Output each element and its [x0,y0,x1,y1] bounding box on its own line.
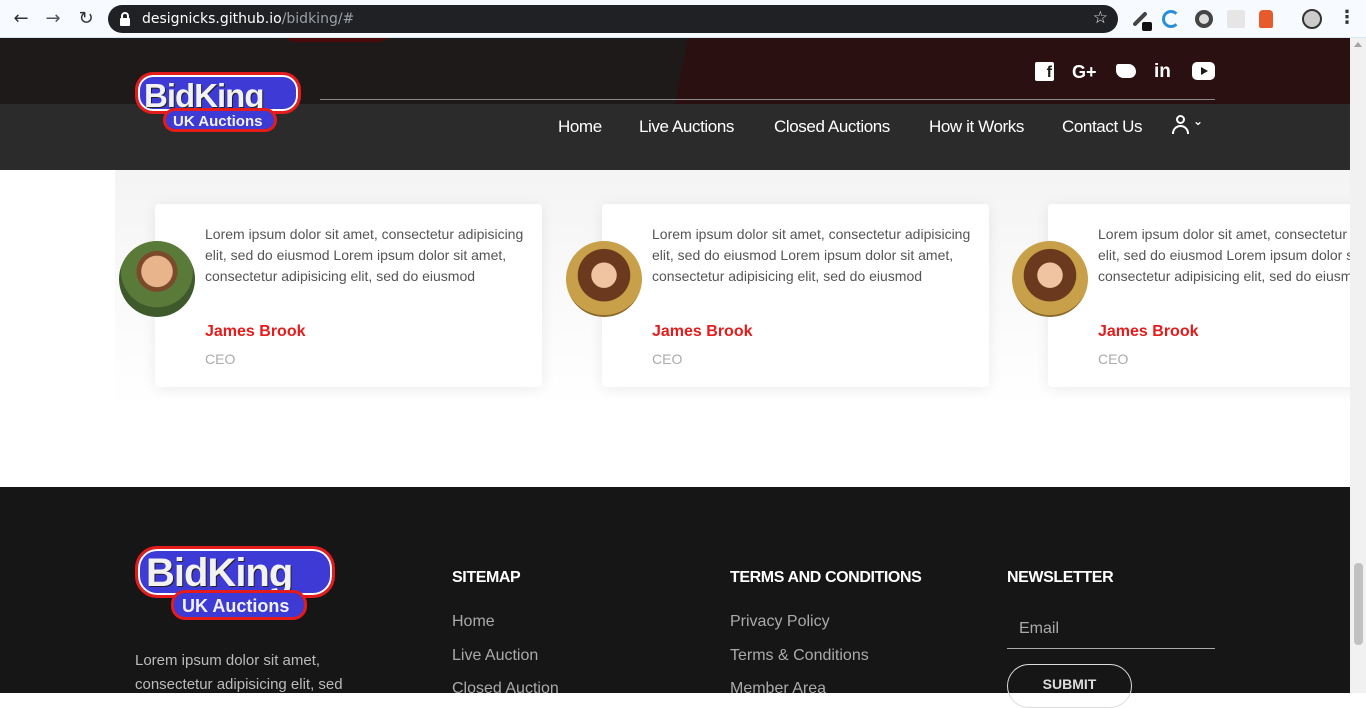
testimonial-card: Lorem ipsum dolor sit amet, consectetur … [155,204,542,387]
forward-icon[interactable]: → [42,8,64,30]
nav-contact-us[interactable]: Contact Us [1062,117,1142,137]
user-icon [1176,115,1185,124]
google-plus-icon[interactable]: G+ [1072,62,1097,82]
testimonial-card: Lorem ipsum dolor sit amet, consectetur … [1048,204,1350,387]
youtube-icon[interactable] [1192,62,1215,80]
testimonial-role: CEO [652,351,683,367]
testimonial-avatar [119,241,195,317]
scroll-up-arrow-icon[interactable] [1354,42,1362,47]
testimonial-role: CEO [205,351,236,367]
logo-sub-text: UK Auctions [182,596,290,616]
bookmark-star-icon[interactable]: ☆ [1093,8,1108,28]
submit-button[interactable]: SUBMIT [1007,664,1132,708]
site-footer: BidKing UK Auctions Lorem ipsum dolor si… [0,487,1350,708]
footer-link-privacy-policy[interactable]: Privacy Policy [730,613,830,631]
testimonial-quote: Lorem ipsum dolor sit amet, consectetur … [652,226,971,284]
testimonial-avatar [566,241,642,317]
email-input[interactable] [1007,611,1215,647]
testimonials-section: Lorem ipsum dolor sit amet, consectetur … [0,170,1350,487]
header-logo[interactable]: BidKing UK Auctions [135,72,301,136]
testimonial-card: Lorem ipsum dolor sit amet, consectetur … [602,204,989,387]
testimonial-name: James Brook [205,323,306,340]
nav-home[interactable]: Home [558,117,602,137]
address-bar[interactable]: designicks.github.io/bidking/# ☆ [108,5,1118,33]
twitter-icon[interactable] [1116,62,1138,80]
logo-sub-text: UK Auctions [173,113,263,130]
url-path: /bidking/# [281,11,355,27]
user-account-menu[interactable]: ⌄ [1172,114,1208,137]
footer-link-member-area[interactable]: Member Area [730,680,826,698]
newsletter-heading: NEWSLETTER [1007,569,1114,586]
chrome-menu-icon[interactable]: ⋮ [1338,7,1356,28]
browser-toolbar: ← → ↻ designicks.github.io/bidking/# ☆ ⋮ [0,0,1366,38]
linkedin-icon[interactable]: in [1154,62,1171,82]
footer-link-terms[interactable]: Terms & Conditions [730,647,869,665]
footer-about-text: Lorem ipsum dolor sit amet, consectetur … [135,652,343,693]
extension-badge [1142,22,1152,31]
site-header: f G+ in BidKing UK Auctions Home Live Au… [0,38,1350,170]
url-domain: designicks.github.io [142,11,282,27]
testimonial-name: James Brook [1098,323,1199,340]
terms-heading: TERMS AND CONDITIONS [730,569,922,586]
testimonial-quote: Lorem ipsum dolor sit amet, consectetur … [205,226,524,284]
footer-logo[interactable]: BidKing UK Auctions [135,546,335,624]
facebook-icon[interactable]: f [1035,62,1054,81]
header-divider [320,99,1215,100]
back-icon[interactable]: ← [10,8,32,30]
testimonial-quote: Lorem ipsum dolor sit amet, consectetur … [1098,226,1350,284]
page-scrollbar[interactable] [1350,38,1366,693]
testimonial-name: James Brook [652,323,753,340]
sync-extension-icon[interactable] [1162,10,1180,28]
footer-link-closed-auction[interactable]: Closed Auction [452,680,559,698]
tag-extension-icon[interactable] [1259,10,1273,28]
reload-icon[interactable]: ↻ [75,8,97,30]
lock-icon [120,12,130,26]
footer-link-home[interactable]: Home [452,613,495,631]
nav-how-it-works[interactable]: How it Works [929,117,1024,137]
testimonial-avatar [1012,241,1088,317]
grid-extension-icon[interactable] [1227,10,1245,28]
testimonial-role: CEO [1098,351,1129,367]
scrollbar-thumb[interactable] [1354,563,1363,645]
footer-link-live-auction[interactable]: Live Auction [452,647,538,665]
eye-extension-icon[interactable] [1195,10,1213,28]
nav-closed-auctions[interactable]: Closed Auctions [774,117,890,137]
address-url[interactable]: designicks.github.io/bidking/# [142,11,354,27]
nav-live-auctions[interactable]: Live Auctions [639,117,734,137]
newsletter-email-field [1007,611,1215,649]
profile-avatar[interactable] [1302,9,1322,29]
chevron-down-icon: ⌄ [1193,114,1204,128]
sitemap-heading: SITEMAP [452,569,521,586]
